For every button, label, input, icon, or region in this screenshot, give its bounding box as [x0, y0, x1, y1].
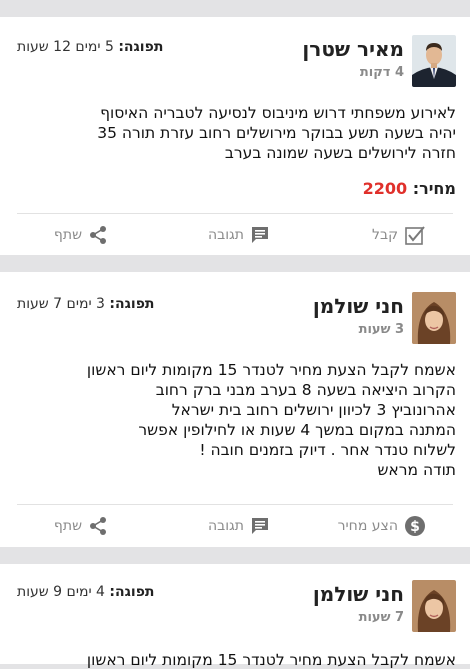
expiry-value: 5 ימים 12 שעות — [17, 39, 114, 55]
reply-label: תגובה — [207, 518, 244, 534]
expiry: תפוגה: 5 ימים 12 שעות — [17, 39, 163, 55]
accept-label: קבל — [372, 227, 398, 243]
author-name: חני שולמן — [312, 294, 404, 318]
post-card: מאיר שטרן 4 דקות תפוגה: 5 ימים 12 שעות ל… — [0, 17, 470, 255]
expiry: תפוגה: 3 ימים 7 שעות — [17, 296, 154, 312]
price-value: 2200 — [362, 179, 408, 198]
reply-button[interactable]: תגובה — [208, 215, 270, 255]
expiry-value: 4 ימים 9 שעות — [17, 584, 105, 600]
share-icon — [88, 225, 108, 245]
share-button[interactable]: שתף — [54, 215, 108, 255]
author-name: חני שולמן — [312, 582, 404, 606]
post-time: 7 שעות — [358, 610, 404, 625]
post-actions: קבל תגובה שתף — [0, 215, 470, 255]
comment-icon — [250, 516, 270, 536]
post-time: 3 שעות — [358, 322, 404, 337]
share-label: שתף — [53, 518, 82, 534]
accept-button[interactable]: קבל — [372, 215, 426, 255]
avatar[interactable] — [412, 292, 456, 344]
posts-feed: מאיר שטרן 4 דקות תפוגה: 5 ימים 12 שעות ל… — [0, 17, 470, 669]
expiry-label: תפוגה: — [109, 296, 155, 312]
svg-text:$: $ — [410, 519, 420, 535]
avatar[interactable] — [412, 580, 456, 632]
post-text: לאירוע משפחתי דרוש מיניבוס לנסיעה לטבריה… — [97, 104, 456, 162]
share-icon — [88, 516, 108, 536]
checkbox-icon — [404, 224, 426, 246]
post-actions: $ הצע מחיר תגובה שתף — [0, 506, 470, 546]
avatar[interactable] — [412, 35, 456, 87]
price: מחיר: 2200 — [363, 179, 456, 198]
divider — [17, 213, 453, 214]
post-time: 4 דקות — [359, 65, 404, 80]
price-label: מחיר: — [412, 179, 456, 198]
comment-icon — [250, 225, 270, 245]
offer-price-button[interactable]: $ הצע מחיר — [338, 506, 426, 546]
share-button[interactable]: שתף — [54, 506, 108, 546]
expiry-value: 3 ימים 7 שעות — [17, 296, 105, 312]
reply-label: תגובה — [207, 227, 244, 243]
offer-price-label: הצע מחיר — [337, 518, 398, 534]
divider — [17, 504, 453, 505]
post-text: אשמח לקבל הצעת מחיר לטנדר 15 מקומות ליום… — [86, 651, 456, 669]
reply-button[interactable]: תגובה — [208, 506, 270, 546]
post-text: אשמח לקבל הצעת מחיר לטנדר 15 מקומות ליום… — [86, 361, 456, 479]
expiry: תפוגה: 4 ימים 9 שעות — [17, 584, 154, 600]
share-label: שתף — [53, 227, 82, 243]
author-name: מאיר שטרן — [302, 37, 404, 61]
dollar-icon: $ — [404, 515, 426, 537]
post-card: חני שולמן 7 שעות תפוגה: 4 ימים 9 שעות אש… — [0, 564, 470, 669]
post-card: חני שולמן 3 שעות תפוגה: 3 ימים 7 שעות אש… — [0, 272, 470, 547]
expiry-label: תפוגה: — [118, 39, 164, 55]
expiry-label: תפוגה: — [109, 584, 155, 600]
